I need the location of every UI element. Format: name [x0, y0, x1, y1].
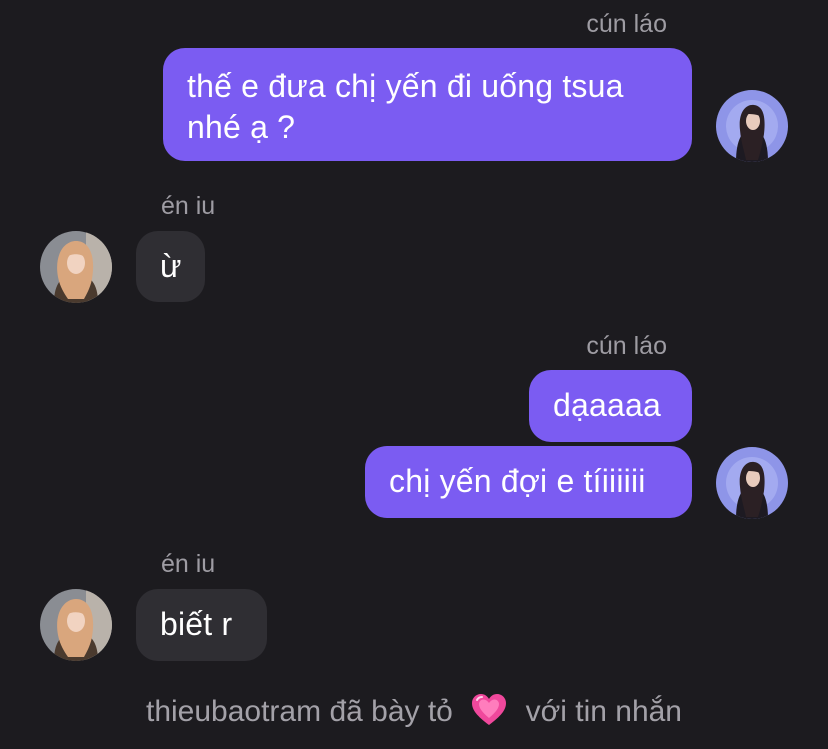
- reaction-suffix: với tin nhắn: [525, 695, 682, 728]
- incoming-message-bubble[interactable]: biết r: [136, 589, 267, 661]
- avatar-blonde-hair-icon: [40, 231, 112, 303]
- avatar[interactable]: [40, 231, 112, 303]
- sender-name: én iu: [161, 550, 216, 578]
- avatar[interactable]: [40, 589, 112, 661]
- sparkling-heart-icon: [469, 692, 509, 739]
- sender-name: én iu: [161, 192, 216, 220]
- incoming-message-bubble[interactable]: ừ: [136, 231, 205, 302]
- avatar-dark-hair-icon: [716, 447, 788, 519]
- reaction-user: thieubaotram: [145, 695, 322, 728]
- avatar-dark-hair-icon: [716, 90, 788, 162]
- sender-name: cún láo: [586, 10, 667, 38]
- reaction-action: đã bày tỏ: [329, 695, 453, 728]
- reaction-notice: thieubaotram đã bày tỏ với tin nhắn: [0, 692, 828, 739]
- outgoing-message-bubble[interactable]: thế e đưa chị yến đi uống tsua nhé ạ ?: [163, 48, 692, 161]
- avatar[interactable]: [716, 447, 788, 519]
- sender-name: cún láo: [586, 332, 667, 360]
- outgoing-message-bubble[interactable]: chị yến đợi e tíiiiiii: [365, 446, 692, 518]
- avatar[interactable]: [716, 90, 788, 162]
- avatar-blonde-hair-icon: [40, 589, 112, 661]
- outgoing-message-bubble[interactable]: dạaaaa: [529, 370, 692, 442]
